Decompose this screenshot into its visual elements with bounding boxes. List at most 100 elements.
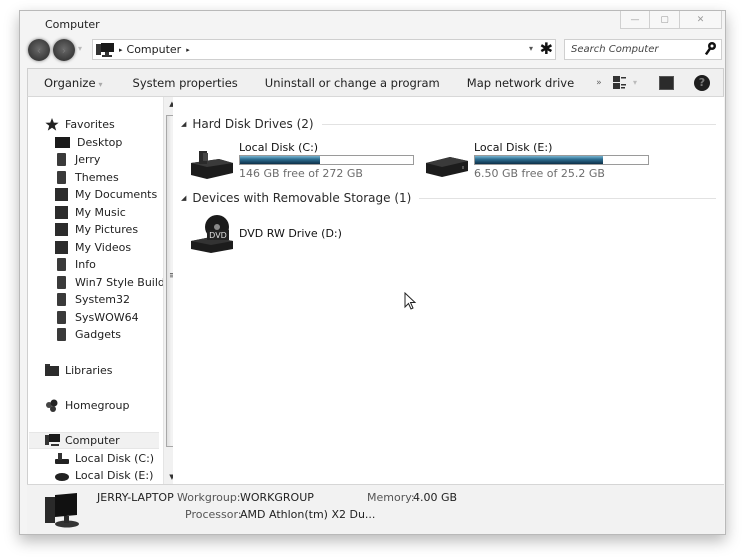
window-title: Computer: [45, 18, 100, 31]
forward-button[interactable]: ›: [53, 39, 75, 61]
drive-item-c[interactable]: Local Disk (C:) 146 GB free of 272 GB: [189, 141, 414, 181]
sidebar-item-label: System32: [75, 293, 131, 306]
homegroup-icon: [45, 399, 58, 412]
sidebar-item-gadgets[interactable]: Gadgets: [55, 326, 121, 343]
sidebar-item-label: SysWOW64: [75, 311, 139, 324]
drive-info: Local Disk (E:) 6.50 GB free of 25.2 GB: [474, 141, 649, 181]
processor-value: AMD Athlon(tm) X2 Du...: [240, 508, 376, 521]
navigation-pane: Favorites Desktop Jerry Themes My Docume…: [27, 97, 179, 484]
folder-icon: [57, 293, 66, 306]
sidebar-item-label: Homegroup: [65, 399, 130, 412]
drive-info: DVD RW Drive (D:): [239, 213, 342, 253]
close-button[interactable]: ✕: [680, 11, 722, 29]
group-divider: [419, 197, 716, 199]
computer-icon: [96, 42, 114, 57]
minimize-button[interactable]: —: [620, 11, 650, 29]
uninstall-program-button[interactable]: Uninstall or change a program: [265, 76, 440, 90]
sidebar-item-label: My Music: [75, 206, 126, 219]
sidebar-item-label: My Pictures: [75, 223, 139, 236]
computer-icon: [45, 434, 60, 447]
sidebar-libraries[interactable]: Libraries: [45, 362, 113, 379]
libraries-icon: [45, 364, 59, 377]
folder-icon: [57, 171, 66, 184]
breadcrumb-arrow[interactable]: ▸: [119, 46, 123, 54]
sidebar-item-label: Local Disk (C:): [75, 452, 155, 465]
sidebar-item-jerry[interactable]: Jerry: [55, 151, 100, 168]
computer-name: JERRY-LAPTOP: [97, 491, 174, 504]
sidebar-item-system32[interactable]: System32: [55, 291, 130, 308]
sidebar-item-desktop[interactable]: Desktop: [55, 134, 122, 151]
sidebar-favorites[interactable]: Favorites: [45, 116, 115, 133]
sidebar-item-my-documents[interactable]: My Documents: [55, 186, 157, 203]
folder-icon: [57, 258, 66, 271]
music-library-icon: [55, 206, 68, 219]
details-pane: JERRY-LAPTOP Workgroup: WORKGROUP Memory…: [27, 484, 724, 534]
more-commands-button[interactable]: »: [596, 78, 602, 88]
folder-icon: [57, 328, 66, 341]
desktop-icon: [55, 137, 70, 148]
search-placeholder: Search Computer: [571, 44, 659, 55]
drive-item-e[interactable]: Local Disk (E:) 6.50 GB free of 25.2 GB: [424, 141, 649, 181]
documents-library-icon: [55, 188, 68, 201]
sidebar-item-label: Libraries: [65, 364, 113, 377]
address-bar[interactable]: ▸ Computer ▸ ▾ ✱: [92, 39, 556, 60]
sidebar-computer[interactable]: Computer: [29, 432, 159, 449]
sidebar-local-disk-e[interactable]: Local Disk (E:): [55, 467, 153, 484]
hard-drive-icon: [55, 469, 69, 482]
change-view-icon[interactable]: [612, 75, 627, 90]
processor-label: Processor:: [185, 508, 242, 521]
address-dropdown[interactable]: ▾: [529, 44, 533, 53]
folder-icon: [57, 276, 66, 289]
drive-item-dvd[interactable]: DVD DVD RW Drive (D:): [189, 213, 342, 253]
collapse-triangle-icon[interactable]: ◢: [181, 194, 186, 202]
group-divider: [321, 123, 716, 125]
sidebar-item-my-videos[interactable]: My Videos: [55, 239, 131, 256]
group-header-hard-disk-drives[interactable]: ◢ Hard Disk Drives (2): [181, 117, 716, 131]
drive-name: Local Disk (E:): [474, 141, 553, 154]
sidebar-item-my-music[interactable]: My Music: [55, 204, 126, 221]
sidebar-item-label: Win7 Style Builde: [75, 276, 172, 289]
command-bar: Organize ▾ System properties Uninstall or…: [27, 68, 724, 97]
collapse-triangle-icon[interactable]: ◢: [181, 120, 186, 128]
help-icon[interactable]: ?: [694, 74, 710, 91]
sidebar-item-themes[interactable]: Themes: [55, 169, 119, 186]
sidebar-item-win7-style-builder[interactable]: Win7 Style Builde: [55, 274, 172, 291]
breadcrumb-computer[interactable]: Computer: [127, 43, 182, 56]
drive-usage-fill: [475, 156, 604, 164]
sidebar-homegroup[interactable]: Homegroup: [45, 397, 129, 414]
memory-value: 4.00 GB: [413, 491, 458, 504]
search-input[interactable]: Search Computer: [564, 39, 722, 60]
sidebar-local-disk-c[interactable]: Local Disk (C:): [55, 450, 154, 467]
pictures-library-icon: [55, 223, 68, 236]
breadcrumb-arrow[interactable]: ▸: [186, 46, 190, 54]
sidebar-item-label: Local Disk (E:): [75, 469, 154, 482]
star-icon: [45, 118, 59, 131]
sidebar-item-syswow64[interactable]: SysWOW64: [55, 309, 139, 326]
sidebar-item-label: Favorites: [65, 118, 115, 131]
sidebar-item-info[interactable]: Info: [55, 256, 96, 273]
hard-drive-icon: [424, 141, 470, 181]
drive-usage-bar: [474, 155, 649, 165]
sidebar-item-my-pictures[interactable]: My Pictures: [55, 221, 138, 238]
map-network-drive-button[interactable]: Map network drive: [467, 76, 574, 90]
views-dropdown[interactable]: ▾: [633, 78, 637, 87]
system-properties-button[interactable]: System properties: [133, 76, 238, 90]
preview-pane-icon[interactable]: [659, 75, 674, 90]
group-label: Devices with Removable Storage (1): [192, 191, 412, 205]
system-drive-icon: [189, 141, 235, 181]
folder-icon: [57, 311, 66, 324]
back-button[interactable]: ‹: [28, 39, 50, 61]
search-icon[interactable]: [704, 41, 717, 59]
content-pane: ◢ Hard Disk Drives (2) Local Disk (C:) 1…: [173, 97, 724, 484]
window-controls: — ▢ ✕: [620, 11, 722, 29]
recent-pages-dropdown[interactable]: ▾: [78, 44, 82, 53]
favorite-star-icon[interactable]: ✱: [540, 39, 553, 58]
sidebar-item-label: Gadgets: [75, 328, 122, 341]
organize-button[interactable]: Organize ▾: [44, 76, 103, 90]
drive-usage-fill: [240, 156, 320, 164]
svg-text:DVD: DVD: [209, 231, 227, 240]
workgroup-value: WORKGROUP: [240, 491, 314, 504]
maximize-button[interactable]: ▢: [650, 11, 680, 29]
videos-library-icon: [55, 241, 68, 254]
group-header-removable-storage[interactable]: ◢ Devices with Removable Storage (1): [181, 191, 716, 205]
